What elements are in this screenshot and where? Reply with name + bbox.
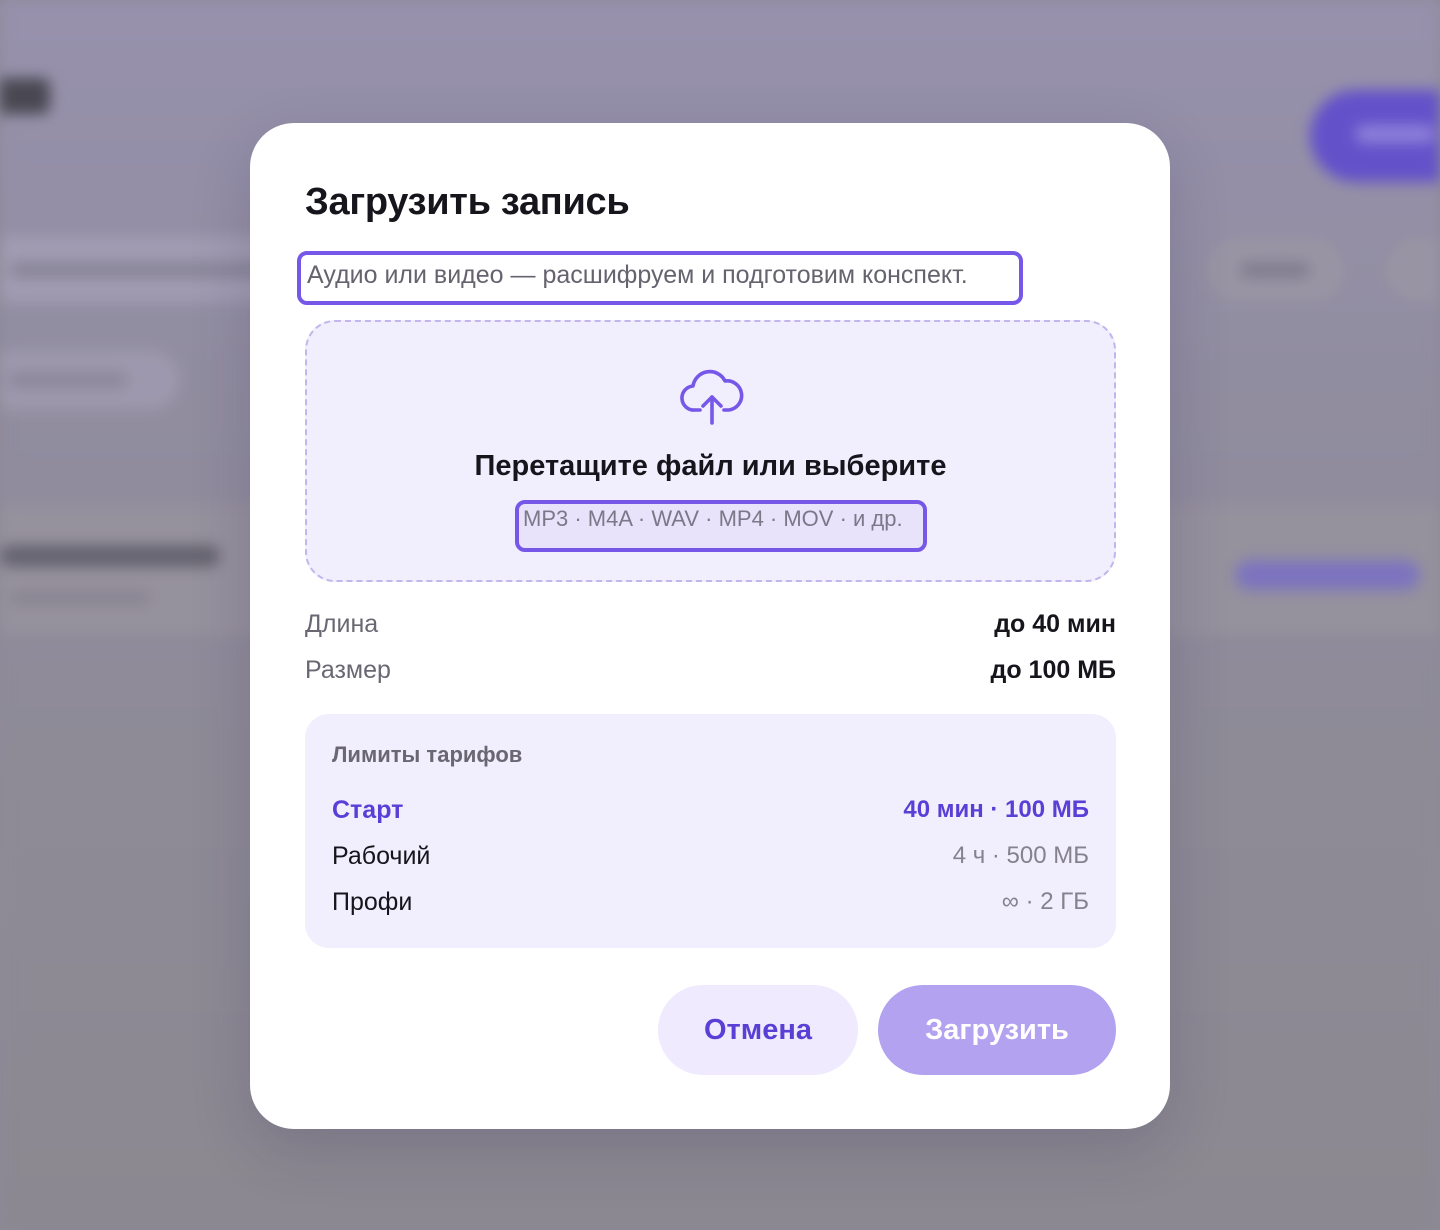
tariff-name: Рабочий — [332, 842, 431, 870]
spec-length-row: Длина до 40 мин — [305, 610, 1116, 644]
upload-button[interactable]: Загрузить — [878, 985, 1116, 1075]
tariff-limits-panel: Лимиты тарифов Старт 40 мин · 100 МБ Раб… — [305, 714, 1116, 948]
tariff-name: Старт — [332, 796, 404, 824]
dropzone-title: Перетащите файл или выберите — [474, 450, 947, 482]
tariff-row-start: Старт 40 мин · 100 МБ — [332, 796, 1089, 828]
tariff-name: Профи — [332, 888, 413, 916]
tariff-row-work: Рабочий 4 ч · 500 МБ — [332, 842, 1089, 874]
spec-size-row: Размер до 100 МБ — [305, 656, 1116, 690]
dialog-title: Загрузить запись — [305, 181, 630, 223]
cloud-upload-icon — [680, 369, 744, 425]
spec-size-value: до 100 МБ — [990, 656, 1116, 684]
spec-length-value: до 40 мин — [994, 610, 1116, 638]
tariff-row-pro: Профи ∞ · 2 ГБ — [332, 888, 1089, 920]
supported-formats: MP3 · M4A · WAV · MP4 · MOV · и др. — [515, 500, 927, 552]
tariff-limit: 4 ч · 500 МБ — [952, 842, 1089, 869]
tariff-limit: 40 мин · 100 МБ — [903, 796, 1089, 823]
spec-size-label: Размер — [305, 656, 391, 684]
upload-dialog: Загрузить запись Аудио или видео — расши… — [250, 123, 1170, 1129]
spec-length-label: Длина — [305, 610, 379, 638]
tariff-limit: ∞ · 2 ГБ — [1001, 888, 1089, 915]
cancel-button[interactable]: Отмена — [658, 985, 858, 1075]
dialog-subtitle: Аудио или видео — расшифруем и подготови… — [297, 251, 1023, 305]
tariff-limits-heading: Лимиты тарифов — [332, 742, 523, 767]
file-dropzone[interactable]: Перетащите файл или выберите MP3 · M4A ·… — [305, 320, 1116, 582]
